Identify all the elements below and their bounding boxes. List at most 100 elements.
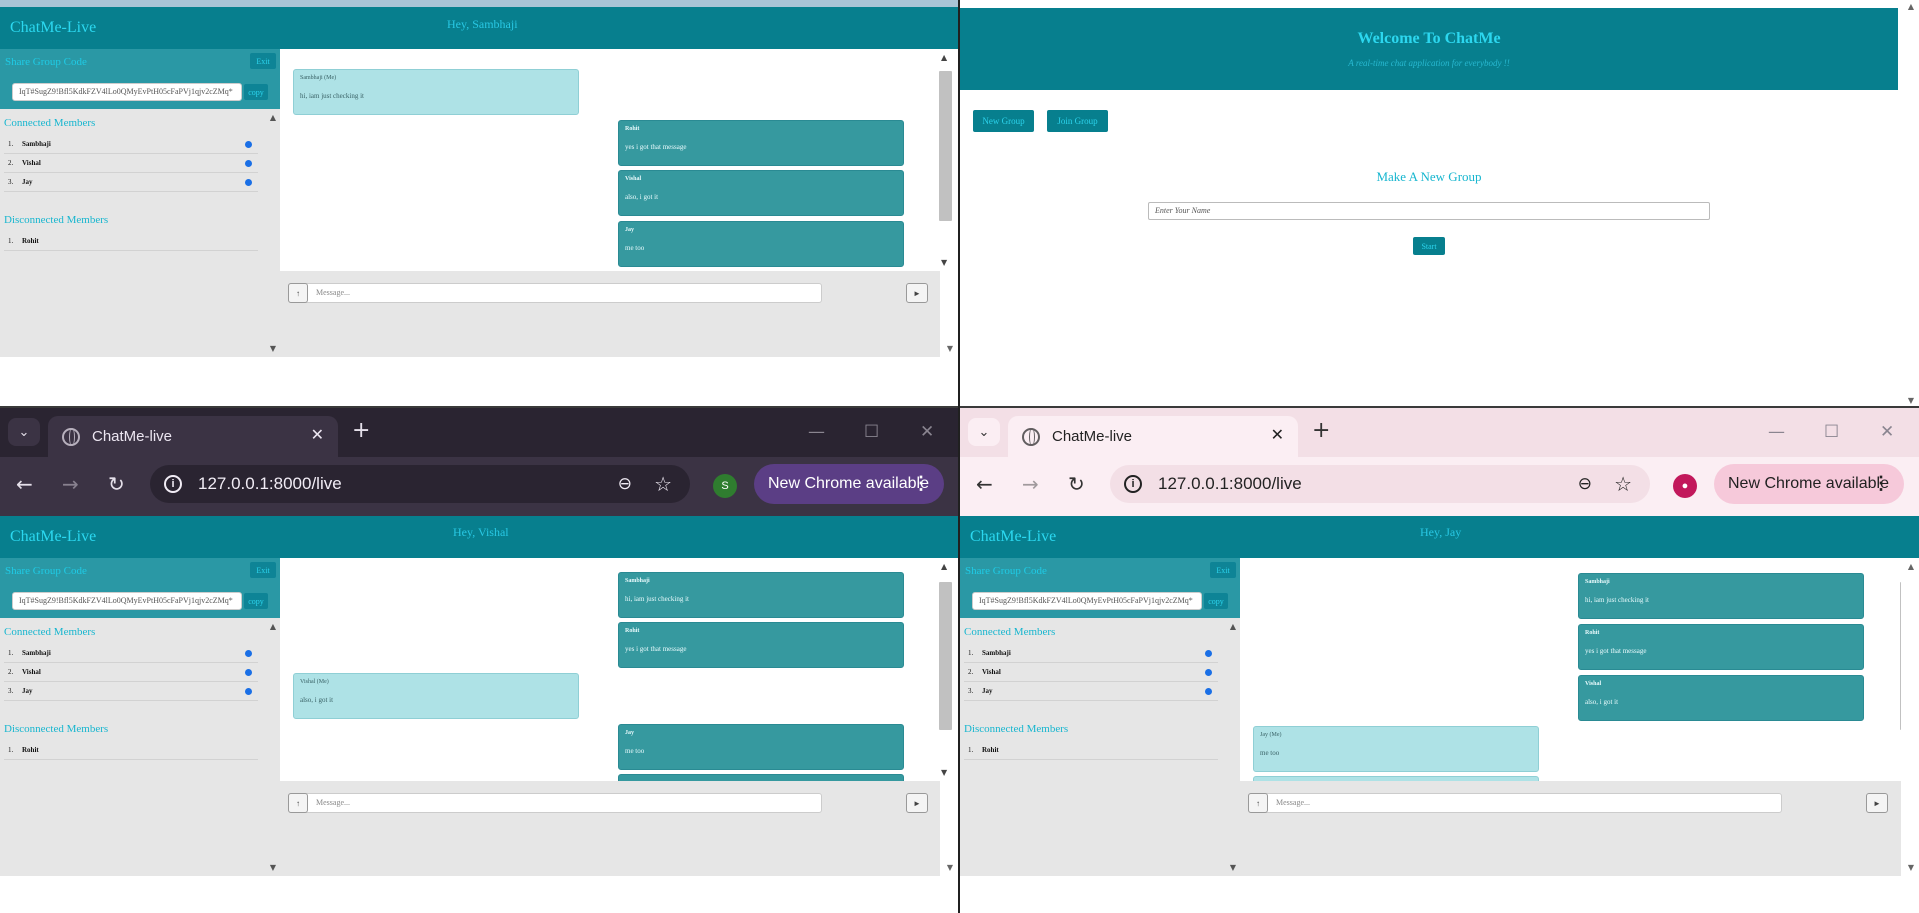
page-scrollbar[interactable]: ▲ ▼ bbox=[1901, 0, 1919, 407]
join-group-button[interactable]: Join Group bbox=[1047, 110, 1108, 132]
scroll-thumb[interactable] bbox=[939, 582, 952, 730]
scroll-down-icon[interactable]: ▼ bbox=[1908, 396, 1914, 405]
name-input[interactable]: Enter Your Name bbox=[1148, 202, 1710, 220]
scroll-up-icon[interactable]: ▲ bbox=[941, 562, 947, 571]
sidebar: Share Group Code Exit IqT#SugZ9!Bfl5KdkF… bbox=[0, 49, 280, 357]
scroll-down-icon[interactable]: ▼ bbox=[947, 344, 953, 353]
brand-title[interactable]: ChatMe-Live bbox=[970, 528, 1056, 546]
scroll-up-icon[interactable]: ▲ bbox=[1908, 562, 1914, 571]
chat-scrollbar[interactable]: ▲ ▼ bbox=[934, 49, 958, 271]
tab-search-icon[interactable]: ⌄ bbox=[8, 418, 40, 446]
exit-button[interactable]: Exit bbox=[1210, 562, 1236, 578]
menu-icon[interactable]: ⋮ bbox=[912, 473, 930, 494]
group-code-field[interactable]: IqT#SugZ9!Bfl5KdkFZV4lLo0QMyEvPtH05cFaPV… bbox=[972, 592, 1202, 610]
brand-title[interactable]: ChatMe-Live bbox=[10, 19, 96, 37]
attach-icon[interactable]: ↑ bbox=[288, 793, 308, 813]
scroll-down-icon[interactable]: ▼ bbox=[1230, 863, 1236, 872]
scroll-up-icon[interactable]: ▲ bbox=[1908, 2, 1914, 11]
chat-area: Sambhaji (Me) hi, iam just checking it Ro… bbox=[280, 49, 958, 357]
scroll-down-icon[interactable]: ▼ bbox=[941, 258, 947, 267]
send-icon[interactable]: ► bbox=[1866, 793, 1888, 813]
address-bar[interactable]: i 127.0.0.1:8000/live ⊖ ☆ bbox=[150, 465, 690, 503]
reload-icon[interactable]: ↻ bbox=[108, 473, 125, 495]
scroll-up-icon[interactable]: ▲ bbox=[270, 622, 276, 631]
exit-button[interactable]: Exit bbox=[250, 562, 276, 578]
zoom-icon[interactable]: ⊖ bbox=[618, 474, 632, 494]
reload-icon[interactable]: ↻ bbox=[1068, 473, 1085, 495]
exit-button[interactable]: Exit bbox=[250, 53, 276, 69]
message-text: hi, iam just checking it bbox=[1585, 596, 1649, 604]
profile-avatar-icon[interactable]: ● bbox=[1673, 474, 1697, 498]
forward-icon[interactable]: → bbox=[1022, 473, 1039, 495]
scroll-up-icon[interactable]: ▲ bbox=[1230, 622, 1236, 631]
group-code-field[interactable]: IqT#SugZ9!Bfl5KdkFZV4lLo0QMyEvPtH05cFaPV… bbox=[12, 83, 242, 101]
tab-chatme[interactable]: ChatMe-live ✕ bbox=[48, 416, 338, 457]
attach-icon[interactable]: ↑ bbox=[288, 283, 308, 303]
scroll-down-icon[interactable]: ▼ bbox=[270, 863, 276, 872]
back-icon[interactable]: ← bbox=[976, 473, 993, 495]
scroll-up-icon[interactable]: ▲ bbox=[270, 113, 276, 122]
new-tab-icon[interactable]: + bbox=[352, 418, 370, 444]
sidebar: Share Group Code Exit IqT#SugZ9!Bfl5KdkF… bbox=[0, 558, 280, 876]
scroll-down-icon[interactable]: ▼ bbox=[270, 344, 276, 353]
scroll-up-icon[interactable]: ▲ bbox=[941, 53, 947, 62]
scroll-thumb[interactable] bbox=[939, 71, 952, 221]
maximize-icon[interactable]: ☐ bbox=[1824, 422, 1839, 442]
forward-icon[interactable]: → bbox=[62, 473, 79, 495]
member-row: 1. Rohit bbox=[4, 741, 258, 760]
member-number: 3. bbox=[8, 178, 14, 186]
sidebar-scrollbar[interactable]: ▲ ▼ bbox=[262, 109, 280, 357]
address-bar[interactable]: i 127.0.0.1:8000/live ⊖ ☆ bbox=[1110, 465, 1650, 503]
tab-chatme[interactable]: ChatMe-live ✕ bbox=[1008, 416, 1298, 457]
sidebar-scrollbar[interactable]: ▲ ▼ bbox=[1222, 618, 1240, 876]
message-bubble: Jay (Me) me too bbox=[1253, 726, 1539, 772]
scroll-down-icon[interactable]: ▼ bbox=[947, 863, 953, 872]
message-list[interactable]: Sambhaji hi, iam just checking it Rohit ye… bbox=[1240, 558, 1895, 781]
chat-scrollbar[interactable]: ▲ ▼ bbox=[934, 558, 958, 781]
message-input[interactable]: Message... bbox=[1276, 798, 1310, 807]
url-text[interactable]: 127.0.0.1:8000/live bbox=[1158, 474, 1302, 494]
message-list[interactable]: Sambhaji (Me) hi, iam just checking it Ro… bbox=[280, 49, 934, 271]
back-icon[interactable]: ← bbox=[16, 473, 33, 495]
close-tab-icon[interactable]: ✕ bbox=[1271, 425, 1284, 444]
profile-avatar[interactable]: S bbox=[713, 474, 737, 498]
url-text[interactable]: 127.0.0.1:8000/live bbox=[198, 474, 342, 494]
close-window-icon[interactable]: ✕ bbox=[920, 422, 934, 442]
message-text: me too bbox=[625, 244, 645, 252]
scroll-down-icon[interactable]: ▼ bbox=[941, 768, 947, 777]
close-tab-icon[interactable]: ✕ bbox=[311, 425, 324, 444]
site-info-icon[interactable]: i bbox=[1124, 475, 1142, 493]
send-icon[interactable]: ► bbox=[906, 793, 928, 813]
update-chrome-button[interactable]: New Chrome available ⋮ bbox=[1714, 464, 1904, 504]
maximize-icon[interactable]: ☐ bbox=[864, 422, 879, 442]
zoom-icon[interactable]: ⊖ bbox=[1578, 474, 1592, 494]
bookmark-star-icon[interactable]: ☆ bbox=[654, 472, 672, 496]
group-code-field[interactable]: IqT#SugZ9!Bfl5KdkFZV4lLo0QMyEvPtH05cFaPV… bbox=[12, 592, 242, 610]
message-input[interactable]: Message... bbox=[316, 798, 350, 807]
brand-title[interactable]: ChatMe-Live bbox=[10, 528, 96, 546]
bookmark-star-icon[interactable]: ☆ bbox=[1614, 472, 1632, 496]
site-info-icon[interactable]: i bbox=[164, 475, 182, 493]
page-scrollbar[interactable]: ▼ bbox=[940, 271, 958, 357]
send-icon[interactable]: ► bbox=[906, 283, 928, 303]
message-input[interactable]: Message... bbox=[316, 288, 350, 297]
page-scrollbar[interactable]: ▲ ▼ bbox=[1901, 558, 1919, 876]
new-group-button[interactable]: New Group bbox=[973, 110, 1034, 132]
page-scrollbar[interactable]: ▼ bbox=[940, 781, 958, 876]
copy-button[interactable]: copy bbox=[1204, 593, 1228, 609]
sidebar-scrollbar[interactable]: ▲ ▼ bbox=[262, 618, 280, 876]
new-tab-icon[interactable]: + bbox=[1312, 418, 1330, 444]
attach-icon[interactable]: ↑ bbox=[1248, 793, 1268, 813]
menu-icon[interactable]: ⋮ bbox=[1872, 473, 1890, 494]
minimize-icon[interactable]: — bbox=[808, 422, 825, 442]
copy-button[interactable]: copy bbox=[244, 593, 268, 609]
minimize-icon[interactable]: — bbox=[1768, 422, 1785, 442]
tab-search-icon[interactable]: ⌄ bbox=[968, 418, 1000, 446]
message-list[interactable]: Sambhaji hi, iam just checking it Rohit ye… bbox=[280, 558, 934, 781]
update-chrome-button[interactable]: New Chrome available ⋮ bbox=[754, 464, 944, 504]
start-button[interactable]: Start bbox=[1413, 237, 1445, 255]
copy-button[interactable]: copy bbox=[244, 84, 268, 100]
message-text: hi, iam just checking it bbox=[300, 92, 364, 100]
close-window-icon[interactable]: ✕ bbox=[1880, 422, 1894, 442]
scroll-down-icon[interactable]: ▼ bbox=[1908, 863, 1914, 872]
